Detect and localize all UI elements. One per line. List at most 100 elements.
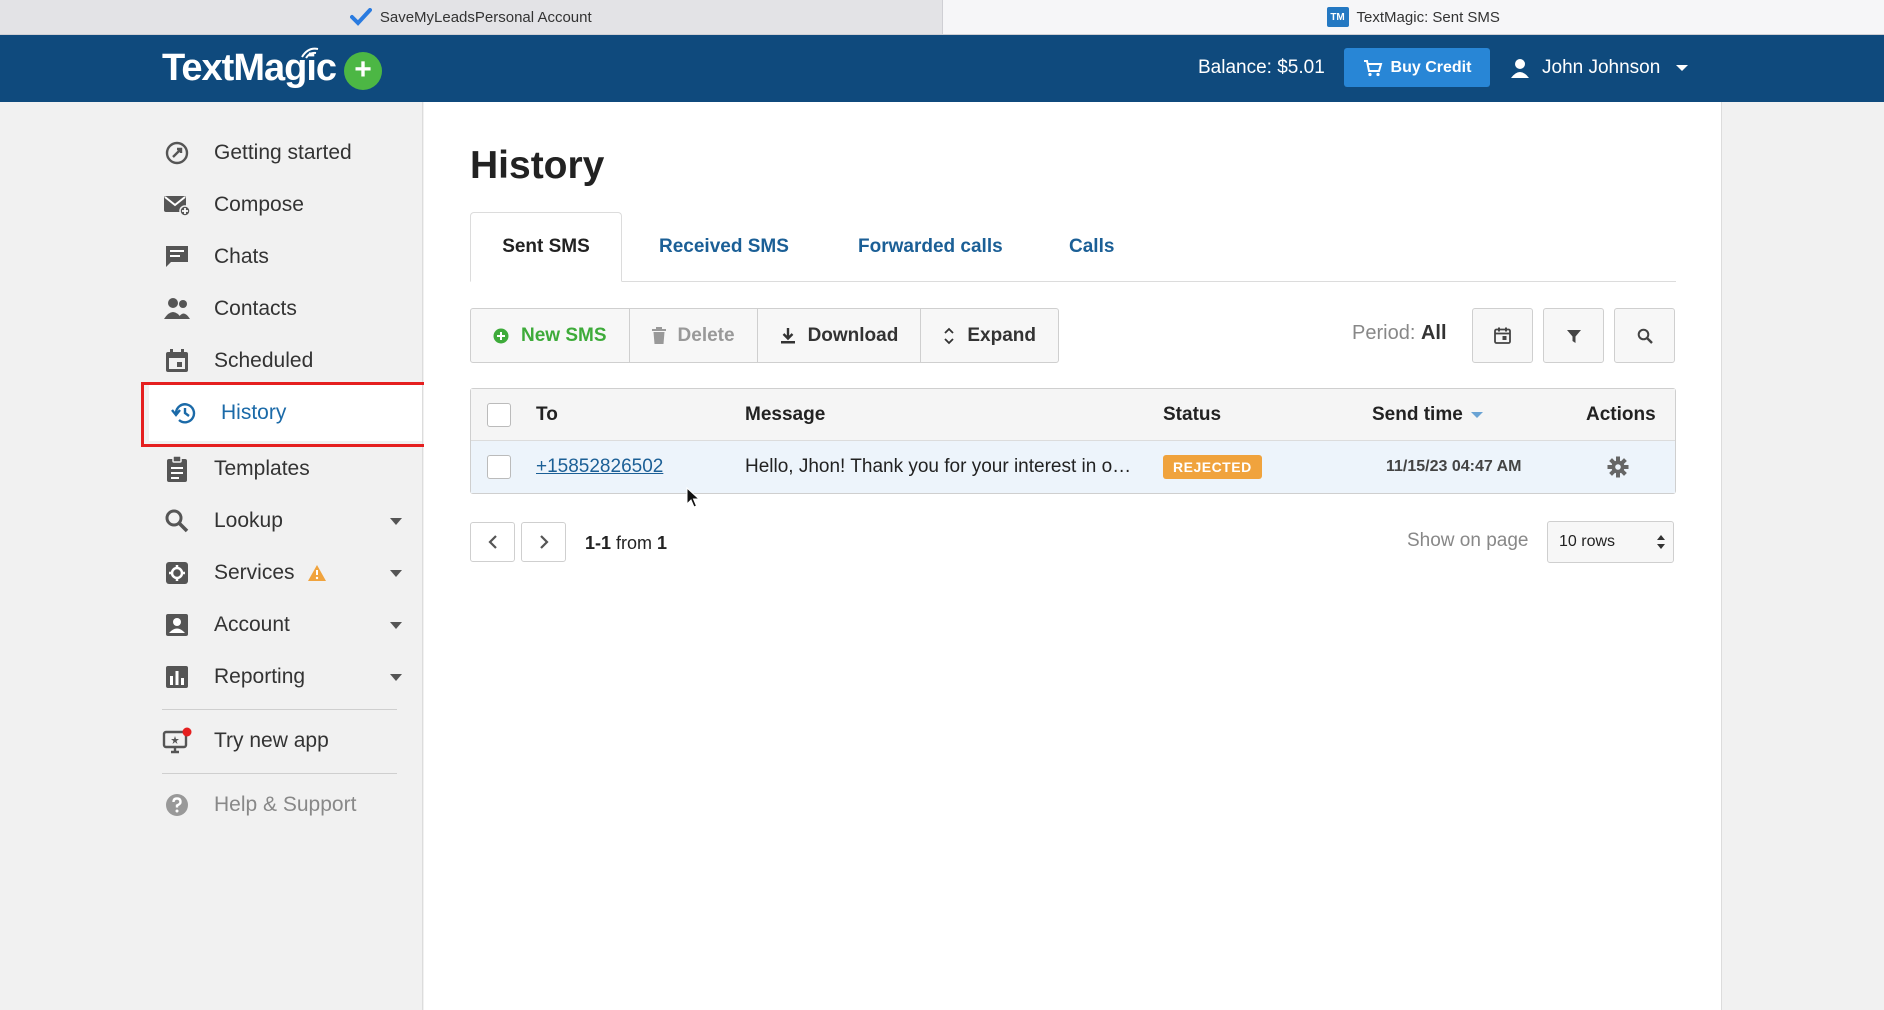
gear-box-icon [162, 558, 192, 588]
pagination-total: 1 [657, 533, 668, 553]
sidebar-item-help[interactable]: Help & Support [162, 785, 402, 825]
sidebar-item-label: Templates [214, 457, 310, 480]
sidebar-item-label: Getting started [214, 141, 352, 164]
period-filter[interactable]: Period: All [1352, 322, 1447, 345]
pagination-from: from [616, 533, 653, 553]
clipboard-icon [162, 454, 192, 484]
sent-sms-table: To Message Status Send time Actions +158… [470, 388, 1676, 494]
table-row[interactable]: +15852826502 Hello, Jhon! Thank you for … [471, 441, 1675, 493]
status-badge: REJECTED [1163, 455, 1262, 479]
browser-tab-label: TextMagic: Sent SMS [1356, 8, 1500, 26]
buy-credit-button[interactable]: Buy Credit [1344, 48, 1490, 87]
sidebar-item-contacts[interactable]: Contacts [162, 289, 402, 329]
download-button[interactable]: Download [758, 309, 922, 362]
app-header: TextMagic + Balance: $5.01 Buy Credit Jo… [0, 35, 1884, 102]
add-button[interactable]: + [344, 52, 382, 90]
chevron-down-icon [390, 570, 402, 577]
sidebar-item-label: Help & Support [214, 793, 357, 816]
expand-button[interactable]: Expand [921, 309, 1058, 362]
column-header-send-time[interactable]: Send time [1372, 389, 1483, 441]
browser-tab-label: SaveMyLeadsPersonal Account [379, 8, 592, 26]
prev-page-button[interactable] [470, 522, 515, 562]
tm-icon: TM [1326, 7, 1349, 27]
sidebar-item-getting-started[interactable]: Getting started [162, 133, 402, 173]
sidebar-item-label: Contacts [214, 297, 297, 320]
sidebar-item-try-new-app[interactable]: Try new app [162, 721, 402, 761]
browser-tab-bar: SaveMyLeadsPersonal Account TM TextMagic… [0, 0, 1884, 35]
search-icon [162, 506, 192, 536]
sidebar-item-label: Lookup [214, 509, 283, 532]
question-circle-icon [162, 790, 192, 820]
recipient-cell: +15852826502 [536, 441, 663, 493]
chevron-down-icon [390, 622, 402, 629]
sidebar-item-templates[interactable]: Templates [162, 449, 402, 489]
sidebar-item-compose[interactable]: Compose [162, 185, 402, 225]
chevron-down-icon [390, 518, 402, 525]
checkmark-icon [349, 8, 372, 26]
buy-credit-label: Buy Credit [1390, 58, 1472, 76]
tab-forwarded-calls[interactable]: Forwarded calls [858, 212, 1003, 282]
contacts-icon [162, 294, 192, 324]
column-header-status[interactable]: Status [1163, 389, 1221, 441]
row-checkbox[interactable] [487, 455, 511, 479]
filter-icon [1566, 329, 1581, 343]
balance-text: Balance: $5.01 [1198, 57, 1325, 78]
user-menu[interactable]: John Johnson [1510, 57, 1689, 79]
column-header-to[interactable]: To [536, 389, 558, 441]
rows-per-page-select[interactable]: 10 rows [1547, 521, 1674, 563]
tab-received-sms[interactable]: Received SMS [659, 212, 789, 282]
sidebar-item-lookup[interactable]: Lookup [162, 501, 402, 541]
sidebar-item-label: Chats [214, 245, 269, 268]
history-tabs: Sent SMS Received SMS Forwarded calls Ca… [470, 212, 1676, 282]
select-arrows-icon [1657, 535, 1665, 549]
search-button[interactable] [1614, 308, 1675, 363]
filter-button[interactable] [1543, 308, 1604, 363]
sidebar-item-label: Account [214, 613, 290, 636]
sidebar-item-account[interactable]: Account [162, 605, 402, 645]
main-content: History Sent SMS Received SMS Forwarded … [424, 102, 1721, 1010]
calendar-button[interactable] [1472, 308, 1533, 363]
toolbar: New SMS Delete Download Expand [470, 308, 1059, 363]
sidebar-item-scheduled[interactable]: Scheduled [162, 341, 402, 381]
expand-label: Expand [967, 324, 1036, 346]
new-sms-button[interactable]: New SMS [471, 309, 630, 362]
plus-circle-icon [493, 328, 509, 343]
sidebar-item-reporting[interactable]: Reporting [162, 657, 402, 697]
new-sms-label: New SMS [521, 324, 607, 346]
sidebar-item-services[interactable]: Services [162, 553, 402, 593]
page-title: History [470, 144, 605, 187]
period-label: Period: [1352, 322, 1416, 344]
expand-icon [944, 327, 954, 344]
recipient-link[interactable]: +15852826502 [536, 456, 663, 478]
send-time-value: 11/15/23 04:47 AM [1386, 458, 1522, 475]
browser-tab-savemyleads[interactable]: SaveMyLeadsPersonal Account [0, 0, 942, 34]
tab-calls[interactable]: Calls [1069, 212, 1114, 282]
sort-desc-icon [1470, 412, 1483, 418]
sidebar-item-label: Reporting [214, 665, 306, 688]
monitor-icon [162, 726, 192, 756]
pagination-range: 1-1 [585, 533, 612, 553]
show-on-page-label: Show on page [1407, 530, 1529, 551]
signal-wave-icon [301, 47, 319, 59]
bar-chart-icon [162, 662, 192, 692]
chevron-down-icon [390, 674, 402, 681]
gear-icon[interactable] [1607, 456, 1629, 478]
rocket-icon [162, 138, 192, 168]
account-icon [162, 610, 192, 640]
warning-icon [307, 565, 326, 581]
select-all-checkbox[interactable] [487, 403, 511, 427]
history-highlight-box [141, 382, 429, 447]
status-cell: REJECTED [1163, 441, 1262, 493]
chat-icon [162, 242, 192, 272]
message-preview: Hello, Jhon! Thank you for your interest… [745, 456, 1132, 477]
delete-button[interactable]: Delete [630, 309, 758, 362]
download-label: Download [807, 324, 899, 346]
tab-sent-sms[interactable]: Sent SMS [470, 212, 622, 282]
period-value: All [1420, 322, 1447, 344]
sidebar-item-chats[interactable]: Chats [162, 237, 402, 277]
column-header-message[interactable]: Message [745, 389, 825, 441]
compose-icon [162, 190, 192, 220]
sidebar-item-label: Try new app [214, 729, 329, 752]
next-page-button[interactable] [521, 522, 566, 562]
browser-tab-textmagic[interactable]: TM TextMagic: Sent SMS [941, 0, 1884, 34]
